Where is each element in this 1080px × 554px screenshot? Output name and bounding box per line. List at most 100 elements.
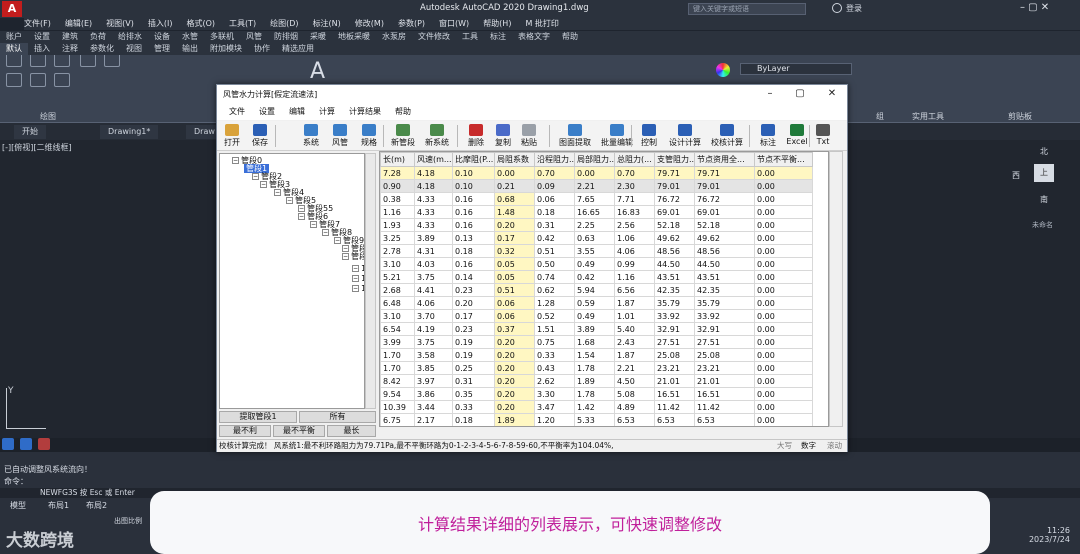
table-cell[interactable]: 1.87 [614, 348, 655, 362]
extract-segment-button[interactable]: 提取管段1 [219, 411, 297, 423]
table-cell[interactable]: 0.06 [494, 309, 535, 323]
text-tool-icon[interactable]: A [310, 59, 325, 84]
expand-icon[interactable]: − [232, 157, 239, 164]
table-cell[interactable]: 1.51 [534, 322, 575, 336]
expand-icon[interactable]: − [322, 229, 329, 236]
table-cell[interactable]: 6.53 [694, 413, 755, 426]
table-row[interactable]: 0.90 4.18 0.10 0.21 0.09 2.21 2.30 79.01 79.01 0.… [380, 179, 813, 193]
table-cell[interactable]: 9.54 [380, 387, 415, 401]
table-cell[interactable]: 4.89 [614, 400, 655, 414]
table-cell[interactable]: 3.85 [414, 361, 453, 375]
ribbon-tab-3[interactable]: 参数化 [84, 43, 120, 55]
toolbar-btn-1[interactable]: 保存 [247, 124, 273, 150]
table-cell[interactable]: 0.68 [494, 192, 535, 206]
top-tab-11[interactable]: 地板采暖 [332, 31, 376, 43]
table-cell[interactable]: 0.43 [534, 361, 575, 375]
tree-scrollbar[interactable] [365, 153, 376, 409]
table-row[interactable]: 1.70 3.85 0.25 0.20 0.43 1.78 2.21 23.21 23.21 0.… [380, 361, 813, 375]
table-cell[interactable]: 11.42 [654, 400, 695, 414]
top-tab-8[interactable]: 风管 [240, 31, 268, 43]
top-tab-9[interactable]: 防排烟 [268, 31, 304, 43]
table-cell[interactable]: 3.44 [414, 400, 453, 414]
table-cell[interactable]: 0.20 [452, 296, 495, 310]
spline-tool-icon[interactable] [54, 73, 70, 87]
toolbar-btn-15[interactable]: 标注 [755, 124, 781, 150]
table-cell[interactable]: 5.21 [380, 270, 415, 284]
table-cell[interactable]: 3.55 [574, 244, 615, 258]
table-cell[interactable]: 79.01 [654, 179, 695, 193]
layout-tab-model[interactable]: 模型 [10, 500, 26, 511]
table-cell[interactable]: 32.91 [654, 322, 695, 336]
table-cell[interactable]: 25.08 [694, 348, 755, 362]
menu-item-4[interactable]: 格式(O) [186, 19, 215, 28]
table-cell[interactable]: 0.23 [452, 322, 495, 336]
table-cell[interactable]: 76.72 [654, 192, 695, 206]
menu-item-6[interactable]: 绘图(D) [270, 19, 298, 28]
table-cell[interactable]: 5.33 [574, 413, 615, 426]
top-tab-14[interactable]: 工具 [456, 31, 484, 43]
results-table[interactable]: 长(m) 风速(m... 比摩阻(P... 局阻系数 沿程阻力... 局部阻力... 总阻力… [379, 151, 829, 427]
table-cell[interactable]: 1.28 [534, 296, 575, 310]
table-row[interactable]: 6.54 4.19 0.23 0.37 1.51 3.89 5.40 32.91 32.91 0.… [380, 322, 813, 336]
table-cell[interactable]: 0.00 [754, 361, 813, 375]
table-cell[interactable]: 2.62 [534, 374, 575, 388]
table-cell[interactable]: 0.20 [494, 348, 535, 362]
table-cell[interactable]: 1.06 [614, 231, 655, 245]
table-cell[interactable]: 0.42 [534, 231, 575, 245]
table-cell[interactable]: 1.78 [574, 387, 615, 401]
table-cell[interactable]: 0.31 [534, 218, 575, 232]
table-cell[interactable]: 3.75 [414, 335, 453, 349]
table-cell[interactable]: 3.10 [380, 309, 415, 323]
table-cell[interactable]: 0.16 [452, 218, 495, 232]
table-row[interactable]: 2.78 4.31 0.18 0.32 0.51 3.55 4.06 48.56 48.56 0.… [380, 244, 813, 258]
table-cell[interactable]: 0.51 [534, 244, 575, 258]
table-cell[interactable]: 2.17 [414, 413, 453, 426]
table-cell[interactable]: 6.56 [614, 283, 655, 297]
table-cell[interactable]: 43.51 [654, 270, 695, 284]
table-cell[interactable]: 69.01 [654, 205, 695, 219]
table-cell[interactable]: 0.51 [494, 283, 535, 297]
table-cell[interactable]: 33.92 [694, 309, 755, 323]
table-cell[interactable]: 4.03 [414, 257, 453, 271]
table-cell[interactable]: 2.30 [614, 179, 655, 193]
table-cell[interactable]: 3.70 [414, 309, 453, 323]
dialog-menu-2[interactable]: 编辑 [289, 107, 305, 116]
viewcube-top[interactable]: 上 [1034, 164, 1054, 182]
taskbar-clock[interactable]: 11:26 2023/7/24 [990, 526, 1070, 544]
toolbar-btn-9[interactable]: 粘贴 [517, 124, 541, 150]
table-cell[interactable]: 6.54 [380, 322, 415, 336]
table-cell[interactable]: 0.42 [574, 270, 615, 284]
table-cell[interactable]: 3.89 [414, 231, 453, 245]
most-unbalanced-button[interactable]: 最不平衡 [273, 425, 325, 437]
table-cell[interactable]: 2.56 [614, 218, 655, 232]
menu-item-2[interactable]: 视图(V) [106, 19, 134, 28]
table-cell[interactable]: 1.70 [380, 348, 415, 362]
autocad-logo[interactable]: A [2, 1, 22, 17]
table-cell[interactable]: 0.14 [452, 270, 495, 284]
table-cell[interactable]: 0.10 [452, 166, 495, 180]
table-cell[interactable]: 0.00 [754, 166, 813, 180]
expand-icon[interactable]: − [342, 245, 349, 252]
menu-item-0[interactable]: 文件(F) [24, 19, 51, 28]
table-cell[interactable]: 1.93 [380, 218, 415, 232]
expand-icon[interactable]: − [352, 265, 359, 272]
circle-tool-icon[interactable] [54, 53, 70, 67]
table-cell[interactable]: 2.21 [614, 361, 655, 375]
table-cell[interactable]: 1.78 [574, 361, 615, 375]
table-cell[interactable]: 0.20 [494, 335, 535, 349]
table-cell[interactable]: 0.00 [754, 257, 813, 271]
table-cell[interactable]: 0.00 [574, 166, 615, 180]
table-row[interactable]: 1.70 3.58 0.19 0.20 0.33 1.54 1.87 25.08 25.08 0.… [380, 348, 813, 362]
table-cell[interactable]: 79.71 [694, 166, 755, 180]
table-cell[interactable]: 42.35 [694, 283, 755, 297]
table-cell[interactable]: 4.18 [414, 179, 453, 193]
table-cell[interactable]: 4.50 [614, 374, 655, 388]
table-cell[interactable]: 0.63 [574, 231, 615, 245]
table-cell[interactable]: 49.62 [654, 231, 695, 245]
ribbon-tab-6[interactable]: 输出 [176, 43, 204, 55]
ellipse-tool-icon[interactable] [30, 73, 46, 87]
dialog-menu-3[interactable]: 计算 [319, 107, 335, 116]
layout-tab-1[interactable]: 布局1 [48, 500, 69, 511]
tree-node[interactable]: −管段9 [342, 252, 364, 261]
top-tab-5[interactable]: 设备 [148, 31, 176, 43]
